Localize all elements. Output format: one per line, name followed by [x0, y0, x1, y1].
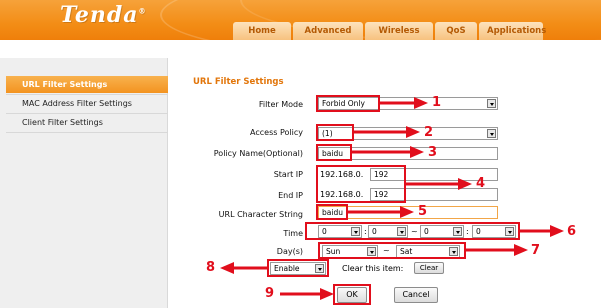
annotation-number-8: 8 [206, 260, 216, 275]
arrow-6-head [550, 225, 564, 237]
annotation-number-1: 1 [432, 95, 442, 110]
annotation-number-9: 9 [265, 286, 275, 301]
arrow-3-head [410, 146, 424, 158]
annotation-number-2: 2 [424, 125, 434, 140]
annotation-number-3: 3 [428, 145, 438, 160]
annotation-number-7: 7 [531, 243, 541, 258]
arrow-9-head [320, 288, 334, 300]
arrow-2-head [406, 126, 420, 138]
arrow-5-head [400, 206, 414, 218]
arrow-1-head [414, 97, 428, 109]
arrow-8-head [220, 262, 234, 274]
annotation-number-5: 5 [418, 204, 428, 219]
annotation-arrows [220, 97, 564, 300]
annotation-number-6: 6 [567, 224, 577, 239]
arrow-4-head [458, 178, 472, 190]
annotation-number-4: 4 [476, 176, 486, 191]
arrow-7-head [514, 244, 528, 256]
